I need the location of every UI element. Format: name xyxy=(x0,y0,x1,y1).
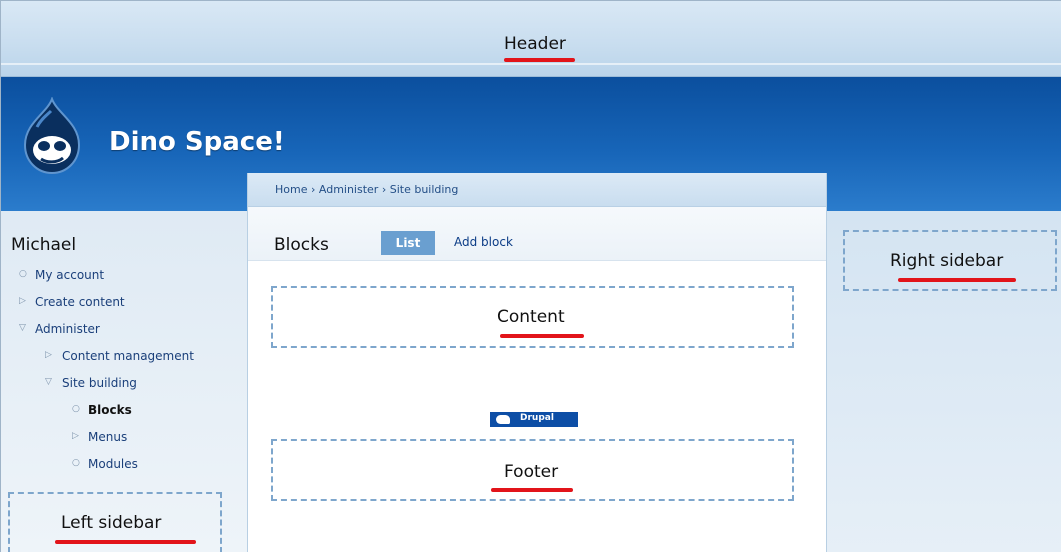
bullet-circle-icon: ○ xyxy=(72,458,80,468)
content-annotation-underline xyxy=(500,334,584,338)
powered-by-drupal-badge[interactable]: Drupal xyxy=(490,412,578,427)
tab-list[interactable]: List xyxy=(381,231,435,255)
header-highlight xyxy=(1,63,1061,65)
breadcrumb-bar: Home › Administer › Site building xyxy=(248,173,826,207)
bullet-triangle-down-icon: ▽ xyxy=(19,323,26,333)
sidebar-item-my-account[interactable]: My account xyxy=(35,268,104,282)
header-annotation-underline xyxy=(504,58,575,62)
drupal-logo-icon xyxy=(496,415,510,424)
left-sidebar-annotation-label: Left sidebar xyxy=(61,513,162,533)
right-sidebar-annotation-label: Right sidebar xyxy=(890,251,1004,271)
breadcrumb[interactable]: Home › Administer › Site building xyxy=(275,183,458,196)
bullet-triangle-right-icon: ▷ xyxy=(72,431,79,441)
bullet-circle-icon: ○ xyxy=(19,269,27,279)
sidebar-item-blocks[interactable]: Blocks xyxy=(88,403,132,417)
header-annotation-label: Header xyxy=(504,34,566,54)
sidebar-item-content-management[interactable]: Content management xyxy=(62,349,194,363)
sidebar-item-menus[interactable]: Menus xyxy=(88,430,127,444)
sidebar-item-administer[interactable]: Administer xyxy=(35,322,100,336)
left-sidebar-annotation-underline xyxy=(55,540,196,544)
right-sidebar-annotation-underline xyxy=(898,278,1016,282)
bullet-circle-icon: ○ xyxy=(72,404,80,414)
badge-label: Drupal xyxy=(520,413,554,423)
content-annotation-label: Content xyxy=(497,307,565,327)
drupal-drop-icon[interactable] xyxy=(17,96,87,175)
page-title: Blocks xyxy=(274,235,329,255)
bullet-triangle-right-icon: ▷ xyxy=(19,296,26,306)
footer-annotation-underline xyxy=(491,488,573,492)
tab-add-block[interactable]: Add block xyxy=(454,235,513,249)
tabs-bar xyxy=(248,207,826,261)
sidebar-item-create-content[interactable]: Create content xyxy=(35,295,125,309)
footer-annotation-label: Footer xyxy=(504,462,559,482)
sidebar-item-modules[interactable]: Modules xyxy=(88,457,138,471)
bullet-triangle-down-icon: ▽ xyxy=(45,377,52,387)
sidebar-user-name: Michael xyxy=(11,235,77,255)
sidebar-item-site-building[interactable]: Site building xyxy=(62,376,137,390)
site-name[interactable]: Dino Space! xyxy=(109,127,285,157)
bullet-triangle-right-icon: ▷ xyxy=(45,350,52,360)
